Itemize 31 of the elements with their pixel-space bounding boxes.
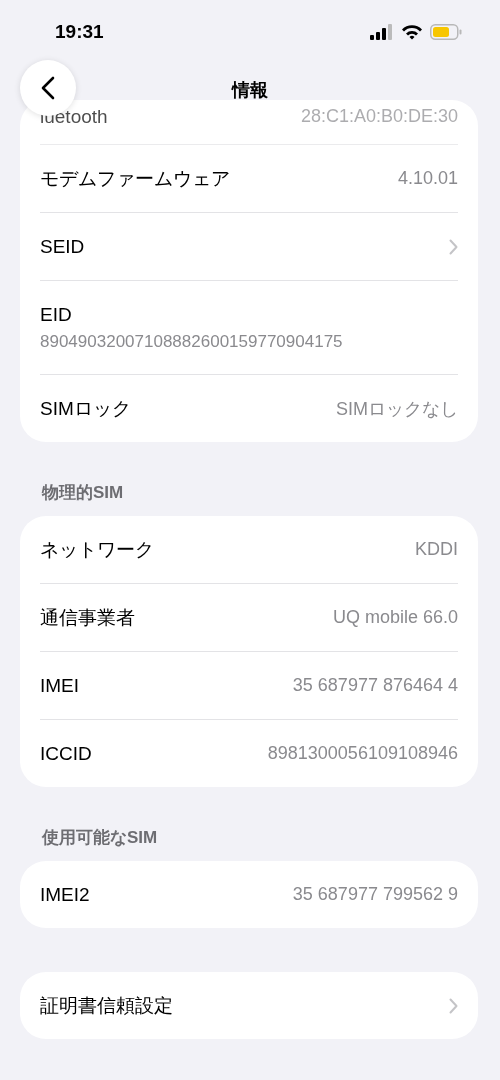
row-label: 証明書信頼設定 — [40, 993, 173, 1018]
row-value: 4.10.01 — [397, 168, 458, 189]
signal-icon — [370, 24, 394, 40]
row-value: 35 687977 799562 9 — [292, 884, 458, 905]
row-label: EID — [40, 303, 72, 326]
row-value: UQ mobile 66.0 — [332, 607, 458, 628]
battery-icon — [430, 24, 462, 40]
list-row[interactable]: SEID — [40, 213, 458, 281]
wifi-icon — [401, 24, 423, 40]
row-label: 通信事業者 — [40, 605, 135, 630]
status-time: 19:31 — [55, 21, 104, 43]
row-label: ICCID — [40, 742, 92, 765]
row-value: 35 687977 876464 4 — [292, 675, 458, 696]
row-label: IMEI — [40, 674, 80, 697]
row-value: 28:C1:A0:B0:DE:30 — [300, 106, 458, 127]
section-header: 物理的SIM — [42, 483, 124, 502]
section-header: 使用可能なSIM — [42, 828, 158, 847]
row-label: モデムファームウェア — [40, 166, 230, 191]
row-label: SEID — [40, 235, 85, 258]
list-row[interactable]: 証明書信頼設定 — [40, 972, 458, 1039]
row-label: IMEI2 — [40, 883, 90, 906]
page-title: 情報 — [232, 80, 268, 100]
row-label: SIMロック — [40, 396, 131, 421]
back-chevron-icon — [41, 76, 55, 100]
chevron-right-icon — [449, 997, 458, 1014]
row-label: ネットワーク — [40, 537, 154, 562]
row-value: SIMロックなし — [336, 397, 458, 421]
row-value: KDDI — [415, 539, 458, 560]
row-value: 89049032007108882600159770904175 — [40, 331, 343, 352]
chevron-right-icon — [449, 238, 458, 255]
row-value: 8981300056109108946 — [267, 743, 458, 764]
